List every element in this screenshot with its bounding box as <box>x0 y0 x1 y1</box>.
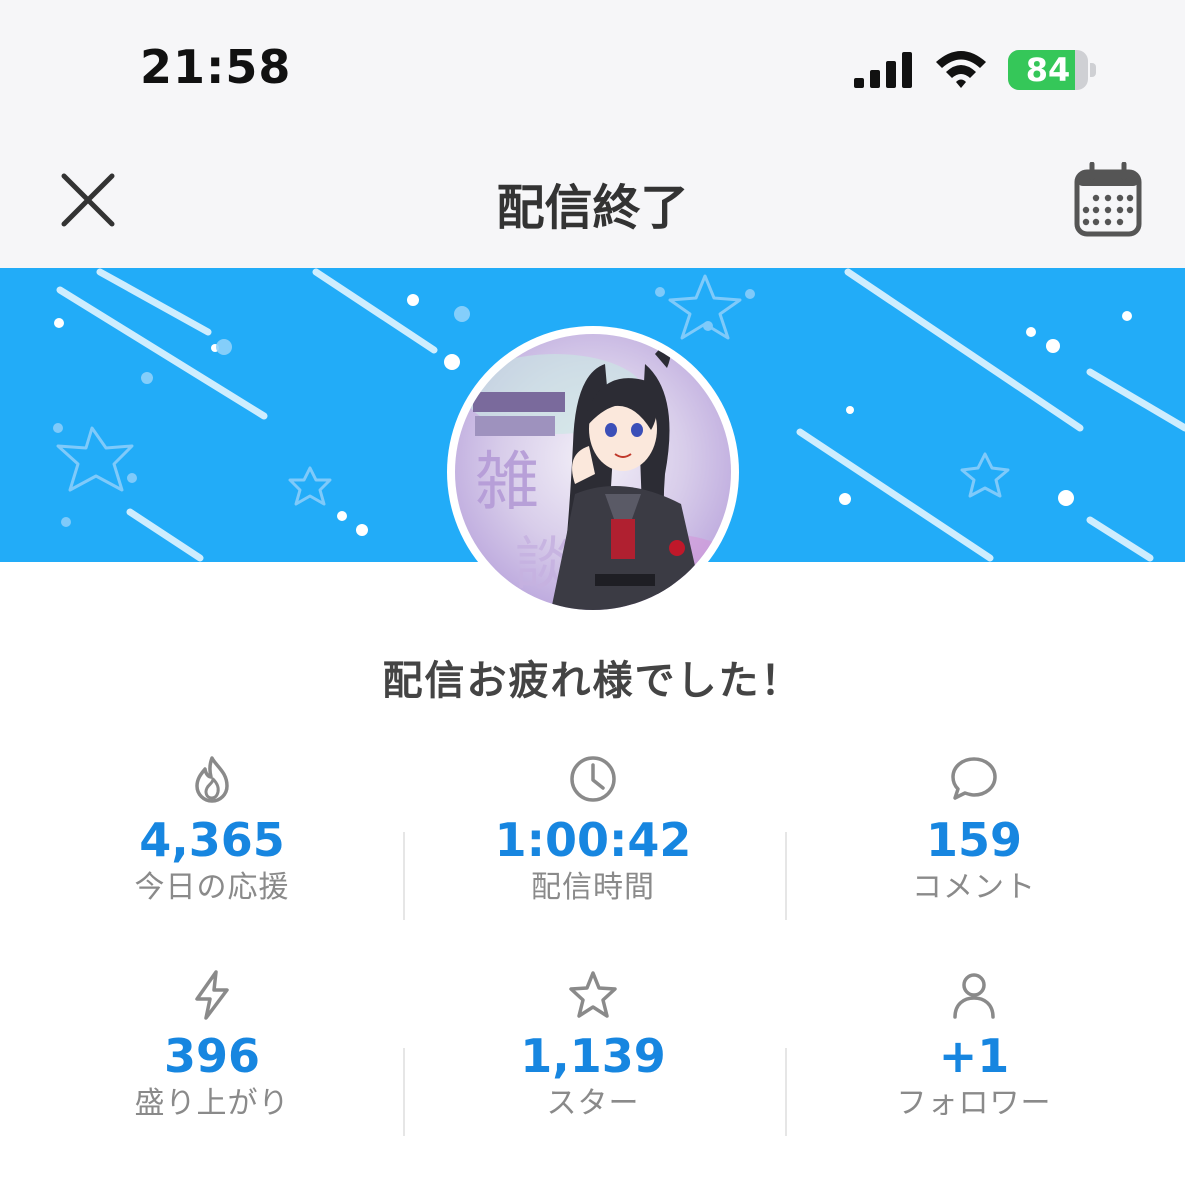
stat-value: 1,139 <box>520 1029 666 1083</box>
wifi-icon <box>936 51 986 88</box>
stat-value: 1:00:42 <box>494 813 692 867</box>
stat-value: 159 <box>925 813 1023 867</box>
stat-followers: +1 フォロワー <box>784 968 1164 1124</box>
comment-bubble-icon <box>951 757 997 800</box>
divider <box>403 1048 405 1136</box>
stat-comments: 159 コメント <box>784 752 1164 908</box>
stat-support: 4,365 今日の応援 <box>22 752 402 908</box>
cellular-signal-icon <box>854 52 912 88</box>
status-bar-time: 21:58 <box>140 40 292 94</box>
lightning-icon <box>195 970 229 1020</box>
clock-icon <box>570 756 616 802</box>
stat-label: コメント <box>912 870 1036 905</box>
stat-value: 4,365 <box>139 813 285 867</box>
stat-value: 396 <box>163 1029 261 1083</box>
battery-indicator: 84 <box>1008 50 1098 90</box>
stat-label: スター <box>546 1086 640 1121</box>
flame-icon <box>195 756 229 803</box>
streamer-avatar: 雑 談 <box>447 326 739 618</box>
divider <box>785 1048 787 1136</box>
stat-label: 盛り上がり <box>134 1086 290 1121</box>
page-title: 配信終了 <box>496 180 689 236</box>
stat-duration: 1:00:42 配信時間 <box>403 752 783 908</box>
divider <box>403 832 405 920</box>
stat-excitement: 396 盛り上がり <box>22 968 402 1124</box>
battery-percent: 84 <box>1025 51 1071 89</box>
svg-text:雑: 雑 <box>475 446 539 520</box>
stat-value: +1 <box>938 1029 1010 1083</box>
stat-label: フォロワー <box>896 1086 1052 1121</box>
divider <box>785 832 787 920</box>
stat-label: 今日の応援 <box>134 870 290 905</box>
calendar-icon[interactable] <box>1072 162 1144 238</box>
person-icon <box>953 973 995 1019</box>
star-icon <box>569 971 617 1018</box>
stat-label: 配信時間 <box>531 870 655 905</box>
avatar-illustration: 雑 談 <box>455 334 731 610</box>
stat-stars: 1,139 スター <box>403 968 783 1124</box>
greeting-message: 配信お疲れ様でした！ <box>382 658 803 704</box>
